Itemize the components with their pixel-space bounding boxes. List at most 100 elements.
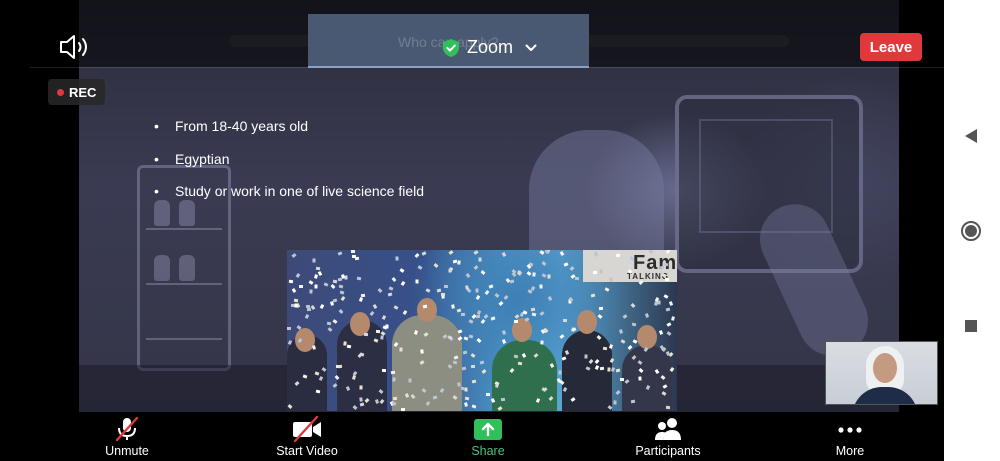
confetti-piece xyxy=(509,279,515,284)
confetti-piece xyxy=(622,314,628,319)
confetti-piece xyxy=(381,368,387,373)
confetti-piece xyxy=(645,313,649,318)
confetti-piece xyxy=(483,314,489,319)
confetti-piece xyxy=(295,273,301,278)
confetti-piece xyxy=(460,386,466,391)
confetti-piece xyxy=(530,286,536,291)
more-button[interactable]: More xyxy=(828,412,872,461)
home-icon[interactable] xyxy=(960,220,982,242)
leave-button[interactable]: Leave xyxy=(860,33,922,61)
confetti-piece xyxy=(471,379,477,384)
recents-icon[interactable] xyxy=(960,315,982,337)
confetti-piece xyxy=(400,407,406,411)
confetti-piece xyxy=(464,402,468,407)
confetti-piece xyxy=(539,284,543,289)
confetti-piece xyxy=(465,273,471,278)
confetti-piece xyxy=(461,366,467,371)
confetti-piece xyxy=(287,327,291,330)
confetti-piece xyxy=(393,305,399,310)
confetti-piece xyxy=(593,271,597,274)
confetti-piece xyxy=(462,350,468,355)
confetti-piece xyxy=(358,297,364,302)
confetti-piece xyxy=(400,281,406,286)
speaker-icon[interactable] xyxy=(56,33,92,61)
confetti-piece xyxy=(346,344,352,349)
slide-bullet: From 18-40 years old xyxy=(152,116,424,149)
confetti-piece xyxy=(452,360,458,365)
confetti-piece xyxy=(597,314,603,319)
confetti-piece xyxy=(293,298,299,303)
confetti-piece xyxy=(666,322,672,327)
more-label: More xyxy=(835,444,865,458)
participants-button[interactable]: Participants xyxy=(628,412,708,461)
share-button[interactable]: Share xyxy=(466,412,510,461)
confetti-piece xyxy=(291,288,297,293)
confetti-piece xyxy=(498,301,504,306)
confetti-piece xyxy=(363,332,369,337)
confetti-piece xyxy=(481,369,487,374)
confetti-piece xyxy=(338,284,344,289)
confetti-piece xyxy=(620,339,626,344)
recording-dot xyxy=(57,88,64,96)
confetti-piece xyxy=(415,279,419,284)
confetti-piece xyxy=(610,367,616,372)
self-view-face xyxy=(873,353,897,383)
confetti-piece xyxy=(408,378,412,383)
confetti-piece xyxy=(291,253,297,258)
confetti-piece xyxy=(559,251,565,256)
confetti-piece xyxy=(341,274,345,279)
confetti-piece xyxy=(314,284,318,289)
confetti-piece xyxy=(526,271,532,276)
confetti-piece xyxy=(420,349,424,354)
confetti-piece xyxy=(517,361,523,366)
confetti-piece xyxy=(460,312,466,317)
confetti-piece xyxy=(631,322,637,327)
slide-bullet: Study or work in one of live science fie… xyxy=(152,181,424,214)
confetti-piece xyxy=(476,338,482,343)
confetti-piece xyxy=(602,346,608,351)
confetti-piece xyxy=(468,319,474,324)
confetti-piece xyxy=(539,311,545,316)
confetti-piece xyxy=(654,301,658,306)
confetti-piece xyxy=(443,284,449,289)
confetti-piece xyxy=(436,288,442,293)
confetti-piece xyxy=(569,266,575,271)
confetti-piece xyxy=(558,370,562,375)
confetti-piece xyxy=(350,250,356,254)
meeting-title-dropdown[interactable]: Who can apply? Zoom xyxy=(308,14,589,68)
confetti-piece xyxy=(310,305,316,310)
confetti-piece xyxy=(317,271,323,276)
confetti-piece xyxy=(571,327,577,332)
confetti-piece xyxy=(531,312,537,317)
confetti-piece xyxy=(305,304,311,309)
meeting-title-row: Zoom xyxy=(443,37,537,58)
confetti-piece xyxy=(470,364,476,369)
confetti-piece xyxy=(559,334,565,339)
confetti-piece xyxy=(470,353,476,358)
confetti-piece xyxy=(356,276,362,281)
confetti-piece xyxy=(476,310,482,315)
self-view-thumbnail[interactable] xyxy=(825,341,938,405)
confetti-piece xyxy=(663,262,669,267)
lab-machine-decor xyxy=(529,130,664,260)
confetti-piece xyxy=(299,285,303,288)
confetti-piece xyxy=(425,288,431,293)
confetti-piece xyxy=(562,318,568,323)
confetti-piece xyxy=(314,274,318,279)
android-nav-bar xyxy=(944,0,1000,461)
confetti-piece xyxy=(547,274,551,279)
confetti-piece xyxy=(340,296,346,301)
confetti-piece xyxy=(530,307,536,312)
confetti-piece xyxy=(337,251,343,256)
start-video-button[interactable]: Start Video xyxy=(268,412,346,461)
unmute-button[interactable]: Unmute xyxy=(96,412,158,461)
confetti-piece xyxy=(332,298,338,303)
confetti-piece xyxy=(630,303,636,308)
confetti-piece xyxy=(664,277,670,282)
confetti-piece xyxy=(619,377,625,382)
slide-bullet: Egyptian xyxy=(152,149,424,182)
confetti-piece xyxy=(484,290,490,295)
back-icon[interactable] xyxy=(960,125,982,147)
confetti-piece xyxy=(663,294,669,299)
speaker-video: Fame TALKING xyxy=(287,250,677,411)
